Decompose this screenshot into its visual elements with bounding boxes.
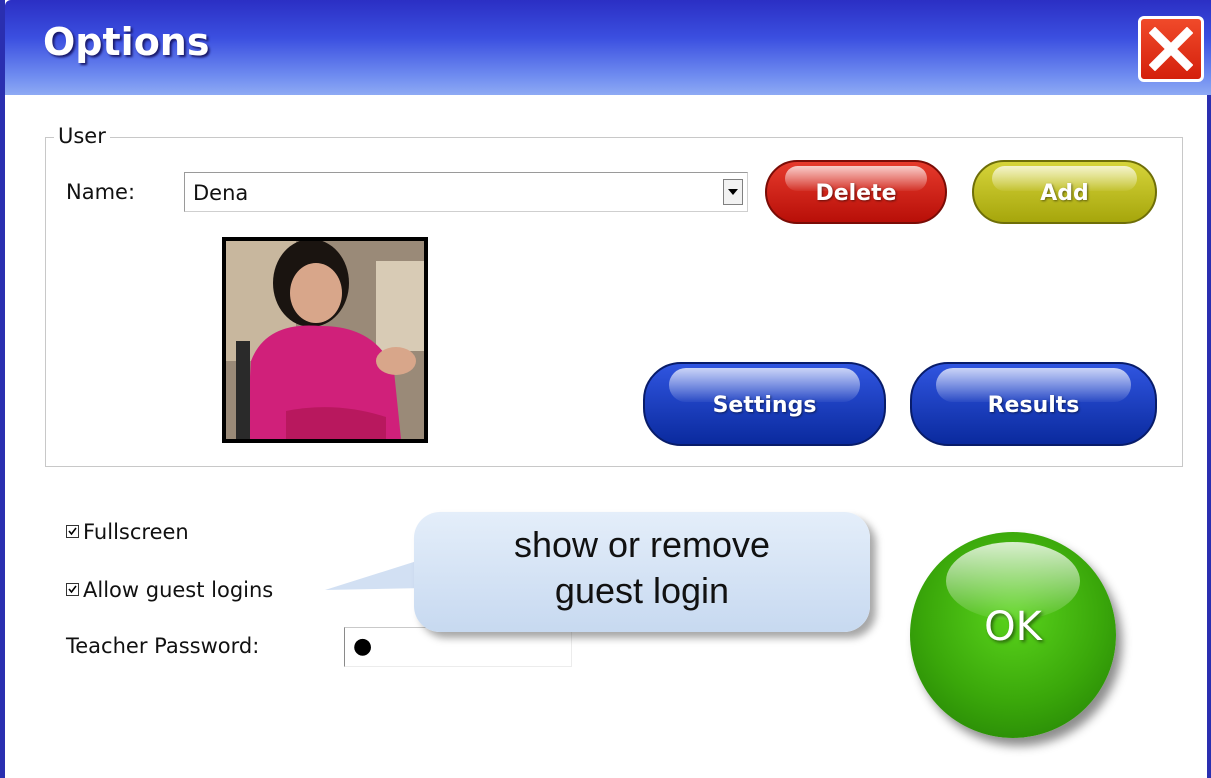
- window-title: Options: [43, 20, 210, 64]
- tooltip-callout-text: show or remove guest login: [414, 522, 870, 614]
- teacher-password-value: ●: [353, 634, 373, 659]
- name-dropdown[interactable]: Dena: [184, 172, 748, 212]
- delete-button-label: Delete: [815, 181, 897, 206]
- guest-logins-label: Allow guest logins: [83, 578, 274, 602]
- dropdown-arrow-button[interactable]: [723, 179, 743, 205]
- chevron-down-icon: [728, 189, 738, 195]
- user-photo-image: [226, 241, 424, 439]
- callout-line-2: guest login: [554, 570, 730, 611]
- guest-logins-checkbox[interactable]: [66, 582, 79, 596]
- ok-button-label: OK: [984, 604, 1042, 650]
- callout-line-1: show or remove: [513, 524, 771, 565]
- photo-illustration: [226, 241, 424, 439]
- fullscreen-checkbox[interactable]: [66, 524, 79, 538]
- checkmark-icon: [68, 527, 77, 535]
- name-label: Name:: [66, 180, 136, 204]
- settings-button-label: Settings: [712, 393, 817, 418]
- close-button[interactable]: [1138, 16, 1204, 82]
- add-button[interactable]: Add: [972, 160, 1157, 224]
- name-dropdown-value: Dena: [193, 181, 249, 205]
- results-button[interactable]: Results: [910, 362, 1157, 446]
- teacher-password-field[interactable]: ●: [344, 627, 572, 667]
- teacher-password-label: Teacher Password:: [66, 634, 260, 658]
- ok-button[interactable]: OK: [910, 532, 1116, 738]
- results-button-label: Results: [987, 393, 1080, 418]
- settings-button[interactable]: Settings: [643, 362, 886, 446]
- add-button-label: Add: [1040, 181, 1089, 206]
- delete-button[interactable]: Delete: [765, 160, 947, 224]
- user-photo: [222, 237, 428, 443]
- guest-logins-checkbox-row[interactable]: Allow guest logins: [66, 578, 273, 602]
- fullscreen-label: Fullscreen: [83, 520, 189, 544]
- checkmark-icon: [68, 585, 77, 593]
- close-x-icon: [1149, 27, 1193, 71]
- fullscreen-checkbox-row[interactable]: Fullscreen: [66, 520, 189, 544]
- user-group-legend: User: [54, 124, 110, 148]
- title-bar: Options: [5, 0, 1211, 95]
